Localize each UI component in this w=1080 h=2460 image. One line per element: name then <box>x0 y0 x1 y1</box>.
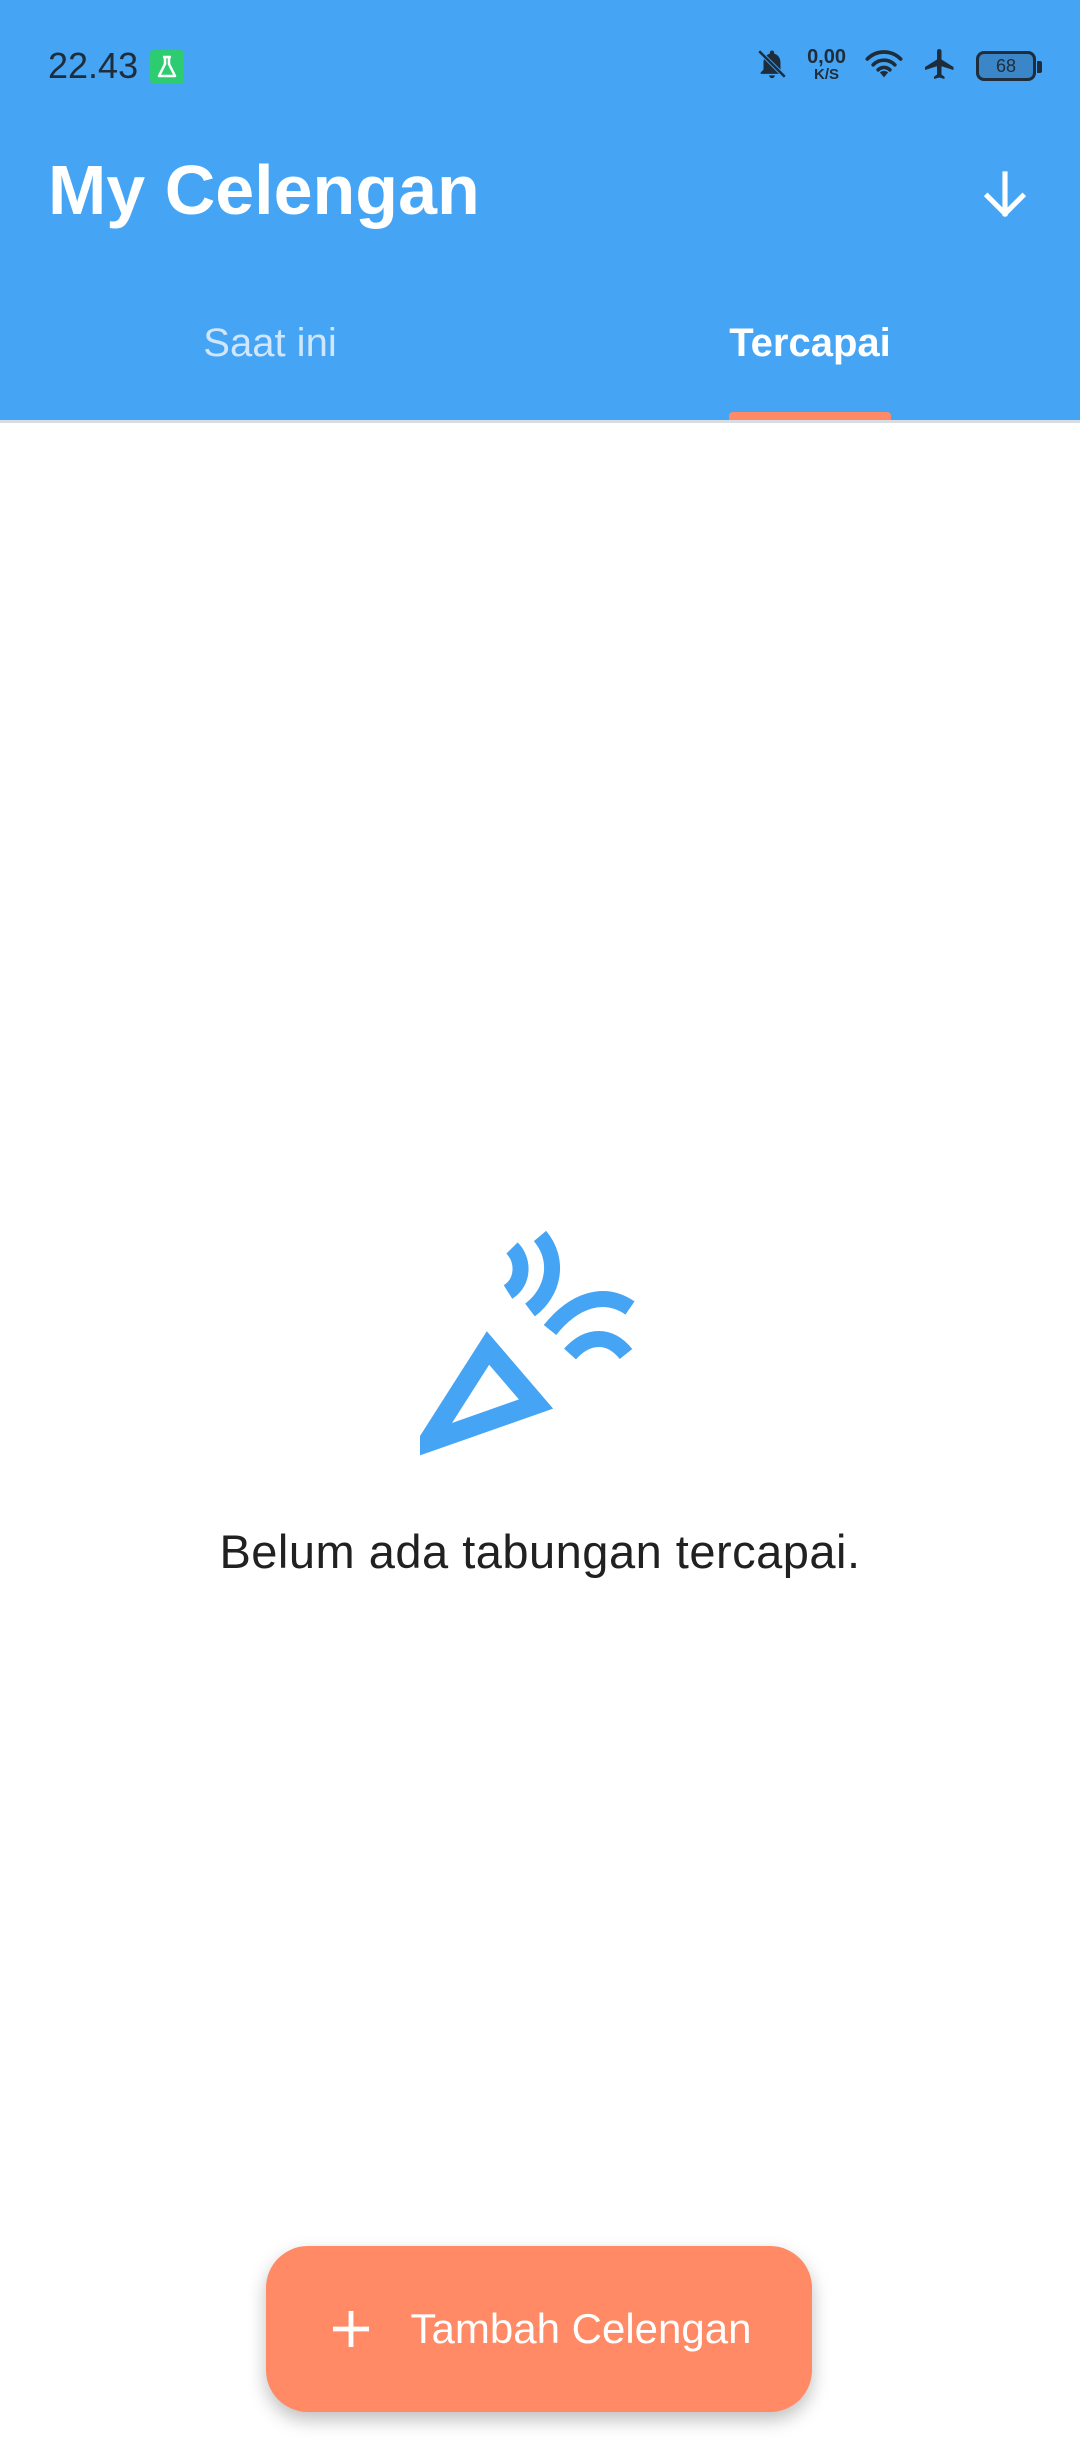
tab-tercapai[interactable]: Tercapai <box>540 290 1080 420</box>
tab-label: Saat ini <box>203 321 337 365</box>
battery-level: 68 <box>995 55 1017 76</box>
divider <box>0 420 1080 423</box>
tab-label: Tercapai <box>729 321 891 365</box>
app-bar: 22.43 0,00 K/S 68 My Celengan Saat ini T… <box>0 0 1080 420</box>
add-celengan-button[interactable]: Tambah Celengan <box>266 2246 812 2412</box>
active-tab-indicator <box>729 412 891 420</box>
plus-icon <box>332 2311 369 2347</box>
arrow-down-icon <box>983 171 1027 218</box>
battery-icon: 68 <box>976 51 1042 81</box>
status-bar: 22.43 0,00 K/S 68 <box>0 0 1080 130</box>
status-time: 22.43 <box>48 45 139 86</box>
net-speed-unit: K/S <box>814 66 840 83</box>
net-speed-value: 0,00 <box>807 46 846 68</box>
app-screen: 22.43 0,00 K/S 68 My Celengan Saat ini T… <box>0 0 1080 2460</box>
fab-label: Tambah Celengan <box>410 2305 752 2352</box>
lab-app-icon <box>150 50 184 84</box>
wifi-icon <box>864 47 904 86</box>
airplane-icon <box>922 46 958 87</box>
tab-bar: Saat ini Tercapai <box>0 290 1080 420</box>
net-speed-indicator: 0,00 K/S <box>807 46 846 84</box>
download-button[interactable] <box>970 160 1040 230</box>
empty-state-message: Belum ada tabungan tercapai. <box>219 1525 861 1578</box>
empty-state: Belum ada tabungan tercapai. <box>0 1230 1080 1579</box>
party-popper-icon <box>420 1230 635 1456</box>
status-icons: 0,00 K/S 68 <box>755 44 1042 88</box>
bell-off-icon <box>755 47 789 86</box>
page-title: My Celengan <box>48 151 480 229</box>
tab-saat-ini[interactable]: Saat ini <box>0 290 540 420</box>
